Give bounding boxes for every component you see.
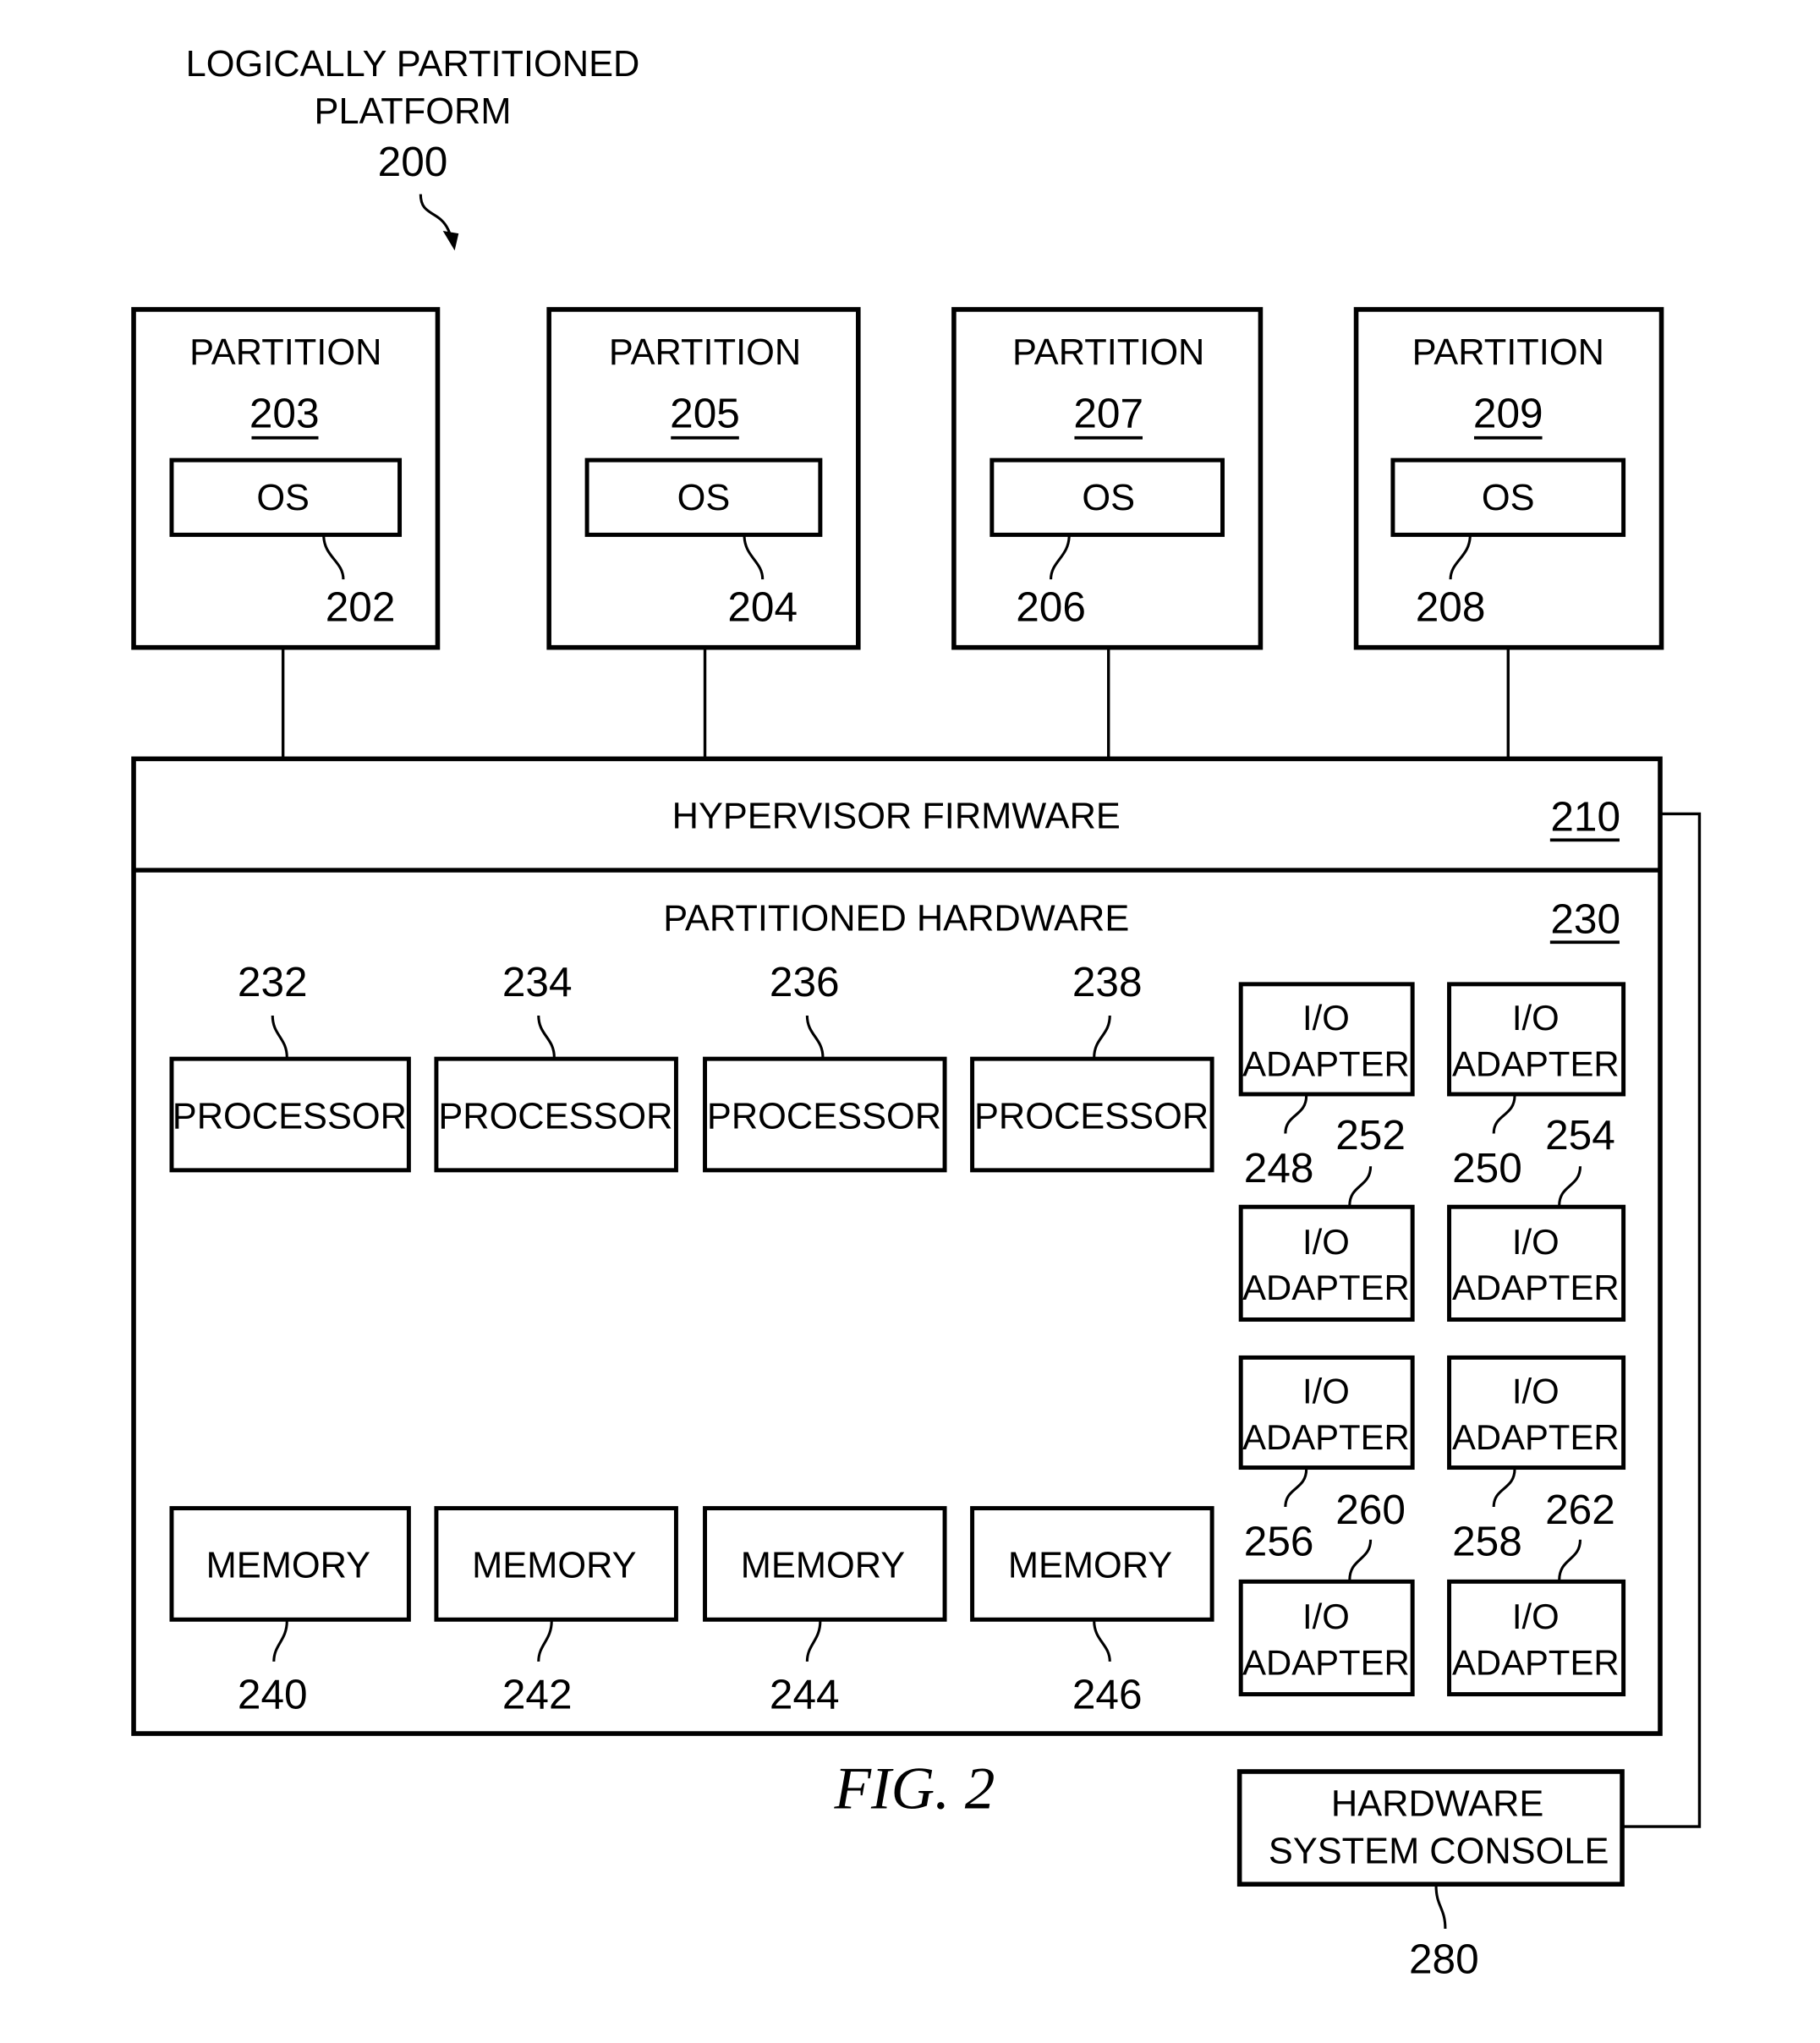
os-label: OS xyxy=(1482,478,1535,518)
title-line2: PLATFORM xyxy=(315,91,512,132)
io-adapter-line1: I/O xyxy=(1302,1222,1350,1262)
platform-title: LOGICALLY PARTITIONED PLATFORM 200 xyxy=(186,44,640,251)
os-label: OS xyxy=(677,478,731,518)
partition-ref: 205 xyxy=(670,389,740,436)
arrow-head-icon xyxy=(442,230,459,251)
io-adapter-line2: ADAPTER xyxy=(1452,1417,1620,1457)
processor-ref: 238 xyxy=(1072,958,1143,1005)
hardware-label: PARTITIONED HARDWARE xyxy=(663,898,1129,939)
io-adapter-ref: 258 xyxy=(1452,1517,1522,1564)
partition-label: PARTITION xyxy=(1412,332,1604,373)
io-adapter-line2: ADAPTER xyxy=(1452,1642,1620,1682)
console-line2: SYSTEM CONSOLE xyxy=(1269,1831,1609,1871)
io-adapter-line2: ADAPTER xyxy=(1242,1043,1410,1083)
memory-ref: 240 xyxy=(238,1671,308,1718)
memory-ref: 246 xyxy=(1072,1671,1143,1718)
partition-209[interactable]: PARTITION 209 OS 208 xyxy=(1353,307,1664,650)
diagram-svg: LOGICALLY PARTITIONED PLATFORM 200 PARTI… xyxy=(131,44,1702,1983)
hypervisor-ref: 210 xyxy=(1550,793,1620,841)
title-line1: LOGICALLY PARTITIONED xyxy=(186,44,640,85)
io-adapter-ref: 250 xyxy=(1452,1144,1522,1191)
os-ref: 208 xyxy=(1416,583,1486,631)
partition-205[interactable]: PARTITION 205 OS 204 xyxy=(546,307,861,650)
os-ref: 204 xyxy=(727,583,798,631)
hardware-system-console[interactable]: HARDWARE SYSTEM CONSOLE 280 xyxy=(1236,1769,1625,1983)
hypervisor-label: HYPERVISOR FIRMWARE xyxy=(672,796,1121,836)
processor-label: PROCESSOR xyxy=(173,1096,407,1137)
partition-207[interactable]: PARTITION 207 OS 206 xyxy=(951,307,1264,650)
io-adapter-line2: ADAPTER xyxy=(1242,1417,1410,1457)
io-adapter-ref: 254 xyxy=(1545,1111,1615,1158)
io-adapter-line1: I/O xyxy=(1512,1597,1560,1636)
io-adapter-ref: 252 xyxy=(1335,1111,1406,1158)
memory-label: MEMORY xyxy=(472,1546,636,1586)
console-line1: HARDWARE xyxy=(1331,1784,1543,1825)
processor-ref: 232 xyxy=(238,958,308,1005)
partition-ref: 203 xyxy=(249,389,320,436)
io-adapter-line1: I/O xyxy=(1512,1372,1560,1411)
partition-203[interactable]: PARTITION 203 OS 202 xyxy=(131,307,441,650)
processor-ref: 234 xyxy=(502,958,573,1005)
processor-label: PROCESSOR xyxy=(974,1096,1209,1137)
io-adapter-ref: 262 xyxy=(1545,1486,1615,1533)
io-adapter-line2: ADAPTER xyxy=(1242,1642,1410,1682)
os-ref: 206 xyxy=(1016,583,1086,631)
os-ref: 202 xyxy=(326,583,396,631)
diagram-canvas: LOGICALLY PARTITIONED PLATFORM 200 PARTI… xyxy=(0,0,1820,2043)
io-adapter-line2: ADAPTER xyxy=(1242,1268,1410,1307)
io-adapter-line2: ADAPTER xyxy=(1452,1043,1620,1083)
partition-label: PARTITION xyxy=(1012,332,1204,373)
io-adapter-line1: I/O xyxy=(1302,1597,1350,1636)
memory-label: MEMORY xyxy=(1008,1546,1172,1586)
title-ref: 200 xyxy=(378,138,448,185)
partition-ref: 207 xyxy=(1073,389,1143,436)
processor-ref: 236 xyxy=(770,958,840,1005)
io-adapter-line1: I/O xyxy=(1512,998,1560,1038)
processor-label: PROCESSOR xyxy=(707,1096,941,1137)
io-adapter-ref: 260 xyxy=(1335,1486,1406,1533)
io-adapter-ref: 248 xyxy=(1244,1144,1314,1191)
memory-ref: 244 xyxy=(770,1671,840,1718)
memory-label: MEMORY xyxy=(741,1546,905,1586)
io-adapter-line2: ADAPTER xyxy=(1452,1268,1620,1307)
partition-ref: 209 xyxy=(1473,389,1543,436)
os-label: OS xyxy=(256,478,310,518)
leader-line xyxy=(1434,1885,1447,1929)
hardware-ref: 230 xyxy=(1550,895,1620,942)
memory-label: MEMORY xyxy=(206,1546,370,1586)
io-adapter-line1: I/O xyxy=(1302,1372,1350,1411)
figure-caption: FIG. 2 xyxy=(833,1755,995,1821)
os-label: OS xyxy=(1082,478,1135,518)
partition-label: PARTITION xyxy=(609,332,801,373)
processor-label: PROCESSOR xyxy=(438,1096,672,1137)
memory-ref: 242 xyxy=(502,1671,573,1718)
io-adapter-ref: 256 xyxy=(1244,1517,1314,1564)
partition-label: PARTITION xyxy=(189,332,381,373)
io-adapter-line1: I/O xyxy=(1302,998,1350,1038)
io-adapter-line1: I/O xyxy=(1512,1222,1560,1262)
console-ref: 280 xyxy=(1409,1936,1479,1983)
